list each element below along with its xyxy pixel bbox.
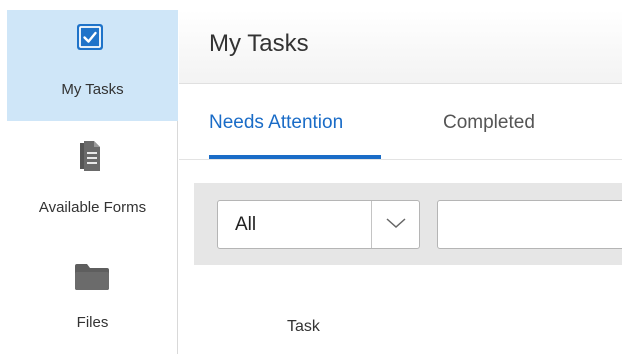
status-filter-select[interactable]: All xyxy=(217,200,420,249)
page-header: My Tasks xyxy=(179,10,622,84)
active-tab-indicator xyxy=(209,155,381,159)
checkbox-icon xyxy=(77,24,103,50)
select-value: All xyxy=(235,214,257,235)
sidebar-item-label: Files xyxy=(76,314,109,331)
tab-needs-attention[interactable]: Needs Attention xyxy=(209,112,381,159)
page-title: My Tasks xyxy=(209,30,309,57)
document-icon xyxy=(80,141,100,171)
sidebar: My Tasks Available Forms Files xyxy=(7,10,178,354)
search-input[interactable] xyxy=(437,200,622,249)
tab-label: Completed xyxy=(443,112,535,133)
sidebar-item-my-tasks[interactable]: My Tasks xyxy=(7,10,178,121)
sidebar-item-label: Available Forms xyxy=(38,199,147,216)
filter-bar: All xyxy=(194,183,622,265)
folder-icon xyxy=(75,264,109,290)
chevron-down-icon[interactable] xyxy=(384,214,408,232)
tab-bar: Needs Attention Completed xyxy=(179,84,622,160)
sidebar-item-available-forms[interactable]: Available Forms xyxy=(7,121,178,241)
sidebar-item-files[interactable]: Files xyxy=(7,241,178,354)
tab-completed[interactable]: Completed xyxy=(443,112,535,134)
column-header-task[interactable]: Task xyxy=(287,318,320,336)
select-divider xyxy=(371,201,372,248)
sidebar-item-label: My Tasks xyxy=(61,81,124,98)
tab-label: Needs Attention xyxy=(209,112,344,133)
